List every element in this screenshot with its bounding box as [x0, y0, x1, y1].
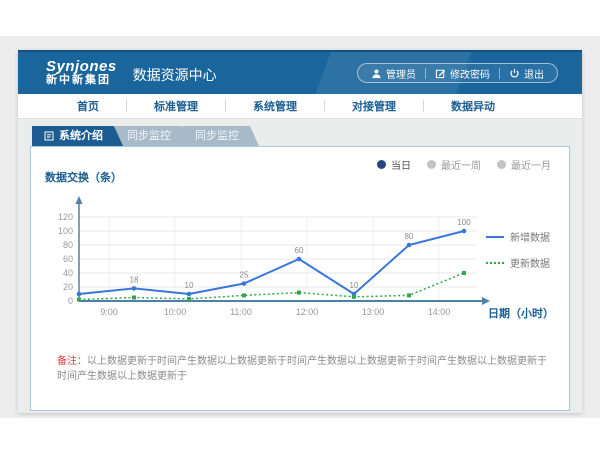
- svg-text:100: 100: [457, 218, 471, 227]
- svg-text:80: 80: [63, 240, 73, 250]
- radio-today[interactable]: 当日: [377, 157, 411, 172]
- svg-text:25: 25: [240, 271, 249, 280]
- tab-label: 同步监控: [195, 126, 239, 146]
- radio-last-week[interactable]: 最近一周: [427, 157, 481, 172]
- legend-line-swatch-solid: [486, 236, 504, 238]
- change-password-button[interactable]: 修改密码: [426, 66, 499, 81]
- nav-item-connection-management[interactable]: 对接管理: [325, 98, 423, 114]
- svg-text:13:00: 13:00: [362, 307, 385, 317]
- radio-label: 最近一周: [441, 157, 481, 172]
- legend-label: 更新数据: [510, 255, 550, 270]
- svg-text:60: 60: [295, 246, 304, 255]
- radio-dot: [497, 160, 506, 169]
- footnote-text: 以上数据更新于时间产生数据以上数据更新于时间产生数据以上数据更新于时间产生数据以…: [57, 356, 547, 382]
- user-menu: 管理员 修改密码 退出: [357, 63, 558, 83]
- svg-text:12:00: 12:00: [296, 307, 319, 317]
- legend-item-new-data[interactable]: 新增数据: [486, 229, 550, 244]
- page-title: 数据资源中心: [133, 65, 217, 85]
- svg-text:10: 10: [350, 281, 359, 290]
- nav-item-system-management[interactable]: 系统管理: [226, 98, 324, 114]
- main-nav: 首页 标准管理 系统管理 对接管理 数据异动: [18, 94, 582, 119]
- line-chart: 0 20 40 60 80 100 120 9:00 10:00 11:00 12:00 13:00 1…: [47, 189, 497, 321]
- svg-text:14:00: 14:00: [428, 307, 451, 317]
- svg-text:40: 40: [63, 268, 73, 278]
- chart-panel: 当日 最近一周 最近一月 数据交换（条） 0 20 40 60 80 100 120 9:00…: [30, 146, 570, 411]
- tab-sync-monitor-2[interactable]: 同步监控: [183, 126, 259, 146]
- radio-dot: [427, 160, 436, 169]
- tab-sync-monitor-1[interactable]: 同步监控: [115, 126, 191, 146]
- logo-text-en: Synjones: [46, 59, 117, 75]
- user-icon: [371, 68, 382, 79]
- svg-text:80: 80: [405, 232, 414, 241]
- document-icon: [44, 131, 54, 141]
- tab-system-intro[interactable]: 系统介绍: [32, 126, 123, 146]
- svg-text:20: 20: [63, 282, 73, 292]
- time-range-filter: 当日 最近一周 最近一月: [377, 157, 551, 172]
- logout-label: 退出: [524, 66, 544, 81]
- power-icon: [509, 68, 520, 79]
- svg-text:60: 60: [63, 254, 73, 264]
- chart-legend: 新增数据 更新数据: [486, 229, 550, 281]
- logout-button[interactable]: 退出: [500, 66, 553, 81]
- footnote: 备注：以上数据更新于时间产生数据以上数据更新于时间产生数据以上数据更新于时间产生…: [57, 355, 551, 384]
- svg-text:11:00: 11:00: [230, 307, 252, 317]
- x-axis-title: 日期（小时）: [488, 305, 554, 321]
- logo-text-cn: 新中新集团: [46, 75, 117, 87]
- line-chart-svg: 0 20 40 60 80 100 120 9:00 10:00 11:00 12:00 13:00 1…: [47, 189, 497, 321]
- nav-item-standard-management[interactable]: 标准管理: [127, 98, 225, 114]
- radio-dot: [377, 160, 386, 169]
- footnote-prefix: 备注：: [57, 356, 87, 367]
- user-account-button[interactable]: 管理员: [362, 66, 425, 81]
- nav-item-data-change[interactable]: 数据异动: [424, 98, 522, 114]
- content-area: 系统介绍 同步监控 同步监控 当日 最近一周: [18, 119, 582, 413]
- svg-text:120: 120: [58, 212, 73, 222]
- app-header: Synjones 新中新集团 数据资源中心 管理员 修改密码: [18, 50, 582, 94]
- tab-label: 同步监控: [127, 126, 171, 146]
- app-window: Synjones 新中新集团 数据资源中心 管理员 修改密码: [18, 50, 582, 413]
- svg-text:10:00: 10:00: [164, 307, 187, 317]
- change-password-label: 修改密码: [450, 66, 490, 81]
- edit-icon: [435, 68, 446, 79]
- svg-text:9:00: 9:00: [100, 307, 118, 317]
- tab-label: 系统介绍: [59, 126, 103, 146]
- legend-line-swatch-dotted: [486, 262, 504, 264]
- legend-item-updated-data[interactable]: 更新数据: [486, 255, 550, 270]
- svg-text:10: 10: [185, 281, 194, 290]
- legend-label: 新增数据: [510, 229, 550, 244]
- radio-label: 最近一月: [511, 157, 551, 172]
- synjones-logo: Synjones 新中新集团: [46, 59, 117, 86]
- svg-text:0: 0: [68, 296, 73, 306]
- svg-text:18: 18: [130, 275, 139, 284]
- nav-item-home[interactable]: 首页: [50, 98, 126, 114]
- radio-label: 当日: [391, 157, 411, 172]
- svg-text:100: 100: [58, 226, 73, 236]
- username-label: 管理员: [386, 66, 416, 81]
- y-axis-title: 数据交换（条）: [45, 169, 122, 185]
- radio-last-month[interactable]: 最近一月: [497, 157, 551, 172]
- tab-bar: 系统介绍 同步监控 同步监控: [32, 126, 570, 146]
